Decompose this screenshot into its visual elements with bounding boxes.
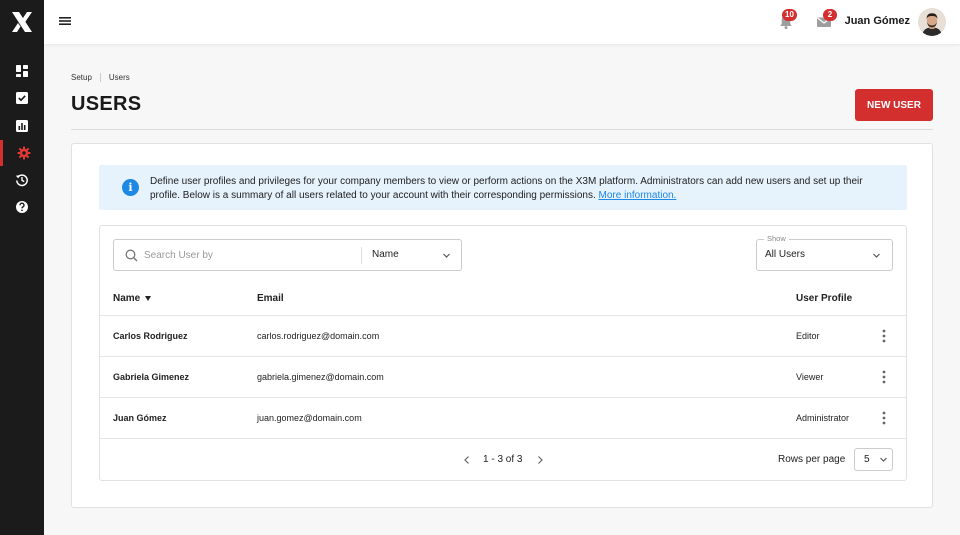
notifications-badge: 10 [782, 9, 797, 21]
user-email-cell: gabriela.gimenez@domain.com [257, 372, 384, 382]
search-icon [125, 249, 138, 262]
reports-icon [16, 120, 28, 132]
more-vertical-icon[interactable] [880, 410, 888, 426]
sidebar-item-dashboard[interactable] [0, 58, 44, 84]
chevron-down-icon [443, 253, 450, 258]
more-vertical-icon[interactable] [880, 369, 888, 385]
info-banner: i Define user profiles and privileges fo… [99, 165, 907, 210]
messages-button[interactable]: 2 [815, 9, 837, 31]
column-header-user-profile: User Profile [796, 293, 853, 304]
new-user-button[interactable]: NEW USER [855, 89, 933, 121]
user-email-cell: juan.gomez@domain.com [257, 413, 362, 423]
info-description: Define user profiles and privileges for … [150, 176, 863, 201]
hamburger-menu-icon[interactable] [58, 14, 72, 28]
notifications-button[interactable]: 10 [777, 9, 797, 31]
breadcrumb-separator [99, 73, 101, 82]
user-profile-cell: Viewer [796, 372, 824, 382]
search-input[interactable] [144, 245, 354, 265]
column-header-name-label: Name [113, 293, 141, 304]
info-icon: i [122, 179, 139, 196]
info-text: Define user profiles and privileges for … [150, 175, 890, 202]
sort-desc-icon[interactable] [145, 295, 152, 301]
sidebar-item-settings[interactable] [0, 140, 44, 166]
rows-per-page-label: Rows per page [778, 454, 846, 465]
user-profile-cell: Administrator [796, 413, 850, 423]
chevron-down-icon [873, 253, 880, 258]
sidebar-item-help[interactable] [0, 194, 44, 220]
history-icon [15, 174, 28, 187]
avatar[interactable] [918, 8, 946, 36]
breadcrumb-item-setup[interactable]: Setup [71, 73, 92, 82]
sidebar-item-history[interactable] [0, 167, 44, 193]
search-field-select[interactable]: Name [362, 240, 462, 270]
table-row: Carlos Rodriguez carlos.rodriguez@domain… [100, 316, 906, 356]
show-filter-label: Show [764, 234, 789, 243]
rows-per-page-value: 5 [864, 454, 870, 465]
messages-badge: 2 [823, 9, 837, 21]
user-name-cell: Juan Gómez [113, 413, 167, 423]
pagination-range: 1 - 3 of 3 [483, 454, 523, 465]
user-profile-cell: Editor [796, 331, 820, 341]
settings-icon [17, 146, 30, 160]
chevron-right-icon[interactable] [535, 454, 545, 466]
user-avatar-icon [918, 8, 946, 36]
search-box: Name [113, 239, 462, 271]
chevron-down-icon [880, 457, 887, 462]
page-title: USERS [71, 93, 142, 115]
chevron-left-icon[interactable] [462, 454, 472, 466]
x3m-logo-icon[interactable] [10, 10, 34, 34]
show-filter-select[interactable]: Show All Users [756, 234, 893, 271]
table-row: Gabriela Gimenez gabriela.gimenez@domain… [100, 357, 906, 397]
row-divider [100, 438, 906, 439]
user-name-cell: Gabriela Gimenez [113, 372, 190, 382]
users-table-card: Name Show All Users Name Email User Prof… [99, 225, 907, 481]
sidebar-item-tasks[interactable] [0, 85, 44, 111]
table-row: Juan Gómez juan.gomez@domain.com Adminis… [100, 398, 906, 438]
users-card: i Define user profiles and privileges fo… [71, 143, 933, 508]
sidebar [0, 0, 44, 535]
more-information-link[interactable]: More information. [599, 190, 677, 201]
column-header-email: Email [257, 293, 284, 304]
title-divider [71, 129, 933, 130]
tasks-icon [16, 92, 28, 104]
breadcrumb-item-users: Users [108, 73, 130, 82]
column-header-name[interactable]: Name [113, 293, 152, 304]
help-icon [16, 201, 28, 213]
user-name-cell: Carlos Rodriguez [113, 331, 188, 341]
dashboard-icon [16, 65, 28, 77]
breadcrumb: Setup Users [71, 73, 130, 82]
top-header: 10 2 Juan Gómez [44, 0, 960, 44]
rows-per-page-select[interactable]: 5 [854, 448, 893, 471]
more-vertical-icon[interactable] [880, 328, 888, 344]
search-field-value: Name [372, 249, 399, 260]
show-filter-value: All Users [765, 249, 806, 260]
sidebar-item-reports[interactable] [0, 113, 44, 139]
user-email-cell: carlos.rodriguez@domain.com [257, 331, 380, 341]
user-name[interactable]: Juan Gómez [845, 15, 910, 27]
